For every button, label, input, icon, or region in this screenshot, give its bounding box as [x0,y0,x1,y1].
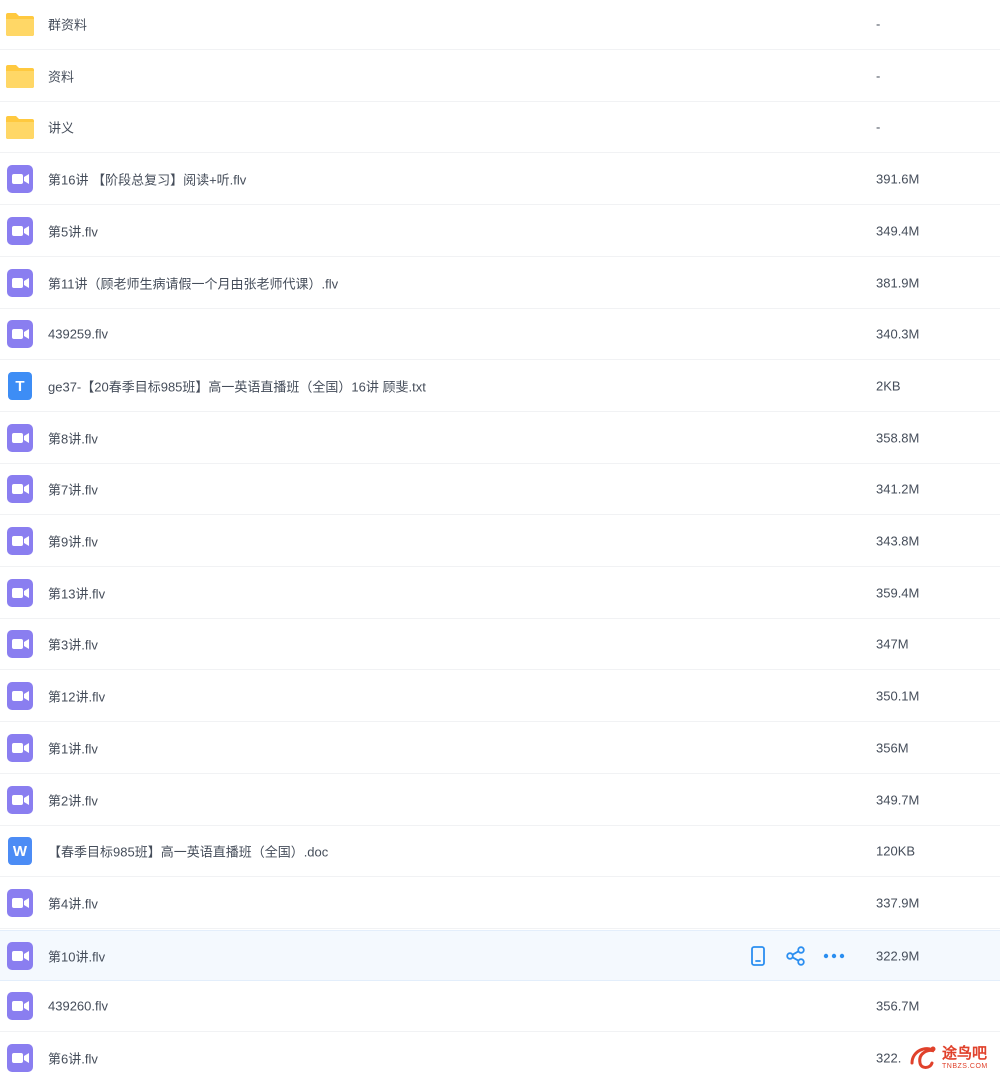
watermark-en: TNBZS.COM [942,1063,988,1070]
video-file-icon [4,165,36,193]
video-file-icon [4,527,36,555]
folder-icon [4,113,36,141]
file-row[interactable]: 第2讲.flv 349.7M [0,775,1000,826]
watermark-swirl-icon [910,1046,936,1069]
file-size: 120KB [876,843,916,859]
file-name[interactable]: 第12讲.flv [48,687,105,706]
file-row[interactable]: 第8讲.flv 358.8M [0,413,1000,464]
video-file-icon [4,786,36,814]
watermark-logo: 途鸟吧 TNBZS.COM [906,1040,998,1076]
file-size: 2KB [876,378,901,394]
share-icon[interactable] [784,944,808,968]
file-row[interactable]: 第5讲.flv 349.4M [0,206,1000,257]
folder-icon [4,62,36,90]
video-file-icon [4,734,36,762]
file-list: 群资料 - 资料 - 讲义 - 第16讲 【阶段总复习】阅读+听.flv 391.6M 第5讲.… [0,0,1000,1077]
row-actions [746,944,846,968]
file-size: 391.6M [876,171,920,187]
file-size: 322.9M [876,948,920,963]
video-file-icon [4,889,36,917]
file-name[interactable]: 第16讲 【阶段总复习】阅读+听.flv [48,170,246,189]
file-size: - [876,16,881,32]
video-file-icon [4,579,36,607]
video-file-icon [4,320,36,348]
file-name[interactable]: 第7讲.flv [48,480,98,499]
video-file-icon [4,269,36,297]
file-size: 340.3M [876,326,920,342]
file-row[interactable]: 第9讲.flv 343.8M [0,516,1000,567]
file-row[interactable]: 第11讲（顾老师生病请假一个月由张老师代课）.flv 381.9M [0,258,1000,309]
more-icon[interactable] [822,944,846,968]
file-row[interactable]: 第6讲.flv 322. [0,1033,1000,1077]
phone-transfer-icon[interactable] [746,944,770,968]
file-size: 341.2M [876,481,920,497]
file-row[interactable]: 第3讲.flv 347M [0,619,1000,670]
file-name[interactable]: 资料 [48,67,74,86]
video-file-icon [4,941,36,970]
file-size: 350.1M [876,688,920,704]
file-size: 347M [876,636,909,652]
file-size: 381.9M [876,275,920,291]
video-file-icon [4,475,36,503]
video-file-icon [4,630,36,658]
file-row[interactable]: 439260.flv 356.7M [0,981,1000,1032]
file-size: 343.8M [876,533,920,549]
file-size: 359.4M [876,585,920,601]
file-name[interactable]: 439259.flv [48,327,108,342]
file-row[interactable]: 第7讲.flv 341.2M [0,464,1000,515]
video-file-icon [4,1044,36,1072]
file-name[interactable]: 第6讲.flv [48,1049,98,1068]
file-row[interactable]: 第4讲.flv 337.9M [0,878,1000,929]
word-file-icon: W [4,837,36,865]
file-row[interactable]: W 【春季目标985班】高一英语直播班（全国）.doc 120KB [0,826,1000,877]
file-row[interactable]: 第16讲 【阶段总复习】阅读+听.flv 391.6M [0,154,1000,205]
video-file-icon [4,682,36,710]
file-name[interactable]: 439260.flv [48,999,108,1014]
file-name[interactable]: 第9讲.flv [48,532,98,551]
watermark-cn: 途鸟吧 [942,1045,988,1062]
file-row[interactable]: 439259.flv 340.3M [0,309,1000,360]
file-name[interactable]: 第8讲.flv [48,429,98,448]
file-size: 358.8M [876,430,920,446]
folder-row[interactable]: 资料 - [0,51,1000,102]
video-file-icon [4,992,36,1020]
file-row[interactable]: 第1讲.flv 356M [0,723,1000,774]
file-size: - [876,119,881,135]
file-size: 337.9M [876,895,920,911]
file-name[interactable]: 第11讲（顾老师生病请假一个月由张老师代课）.flv [48,274,338,293]
folder-row[interactable]: 群资料 - [0,0,1000,50]
file-name[interactable]: 【春季目标985班】高一英语直播班（全国）.doc [48,842,328,861]
file-size: 356.7M [876,998,920,1014]
file-size: 356M [876,740,909,756]
file-size: 349.7M [876,792,920,808]
file-name[interactable]: 讲义 [48,118,74,137]
video-file-icon [4,424,36,452]
file-name[interactable]: 第4讲.flv [48,894,98,913]
file-name[interactable]: 第5讲.flv [48,222,98,241]
file-row[interactable]: 第10讲.flv 322.9M [0,930,1000,981]
file-size: 322. [876,1050,902,1066]
file-name[interactable]: 第10讲.flv [48,946,105,965]
video-file-icon [4,217,36,245]
text-file-icon: T [4,372,36,400]
file-name[interactable]: 第1讲.flv [48,739,98,758]
file-row[interactable]: Tge37-【20春季目标985班】高一英语直播班（全国）16讲 顾斐.txt 2… [0,361,1000,412]
folder-row[interactable]: 讲义 - [0,102,1000,153]
file-size: - [876,68,881,84]
file-name[interactable]: ge37-【20春季目标985班】高一英语直播班（全国）16讲 顾斐.txt [48,377,426,396]
file-name[interactable]: 第13讲.flv [48,584,105,603]
file-row[interactable]: 第12讲.flv 350.1M [0,671,1000,722]
file-row[interactable]: 第13讲.flv 359.4M [0,568,1000,619]
file-name[interactable]: 群资料 [48,15,87,34]
file-name[interactable]: 第3讲.flv [48,635,98,654]
file-name[interactable]: 第2讲.flv [48,791,98,810]
folder-icon [4,10,36,38]
file-size: 349.4M [876,223,920,239]
